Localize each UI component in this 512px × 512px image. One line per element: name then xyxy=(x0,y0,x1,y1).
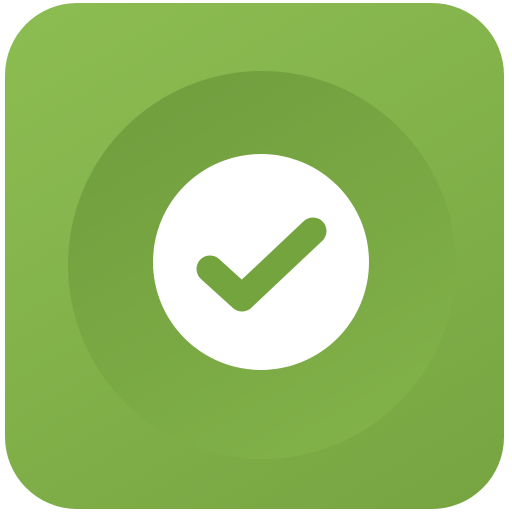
icon-stage xyxy=(0,0,512,512)
check-icon xyxy=(196,217,327,312)
check-badge xyxy=(153,154,369,370)
